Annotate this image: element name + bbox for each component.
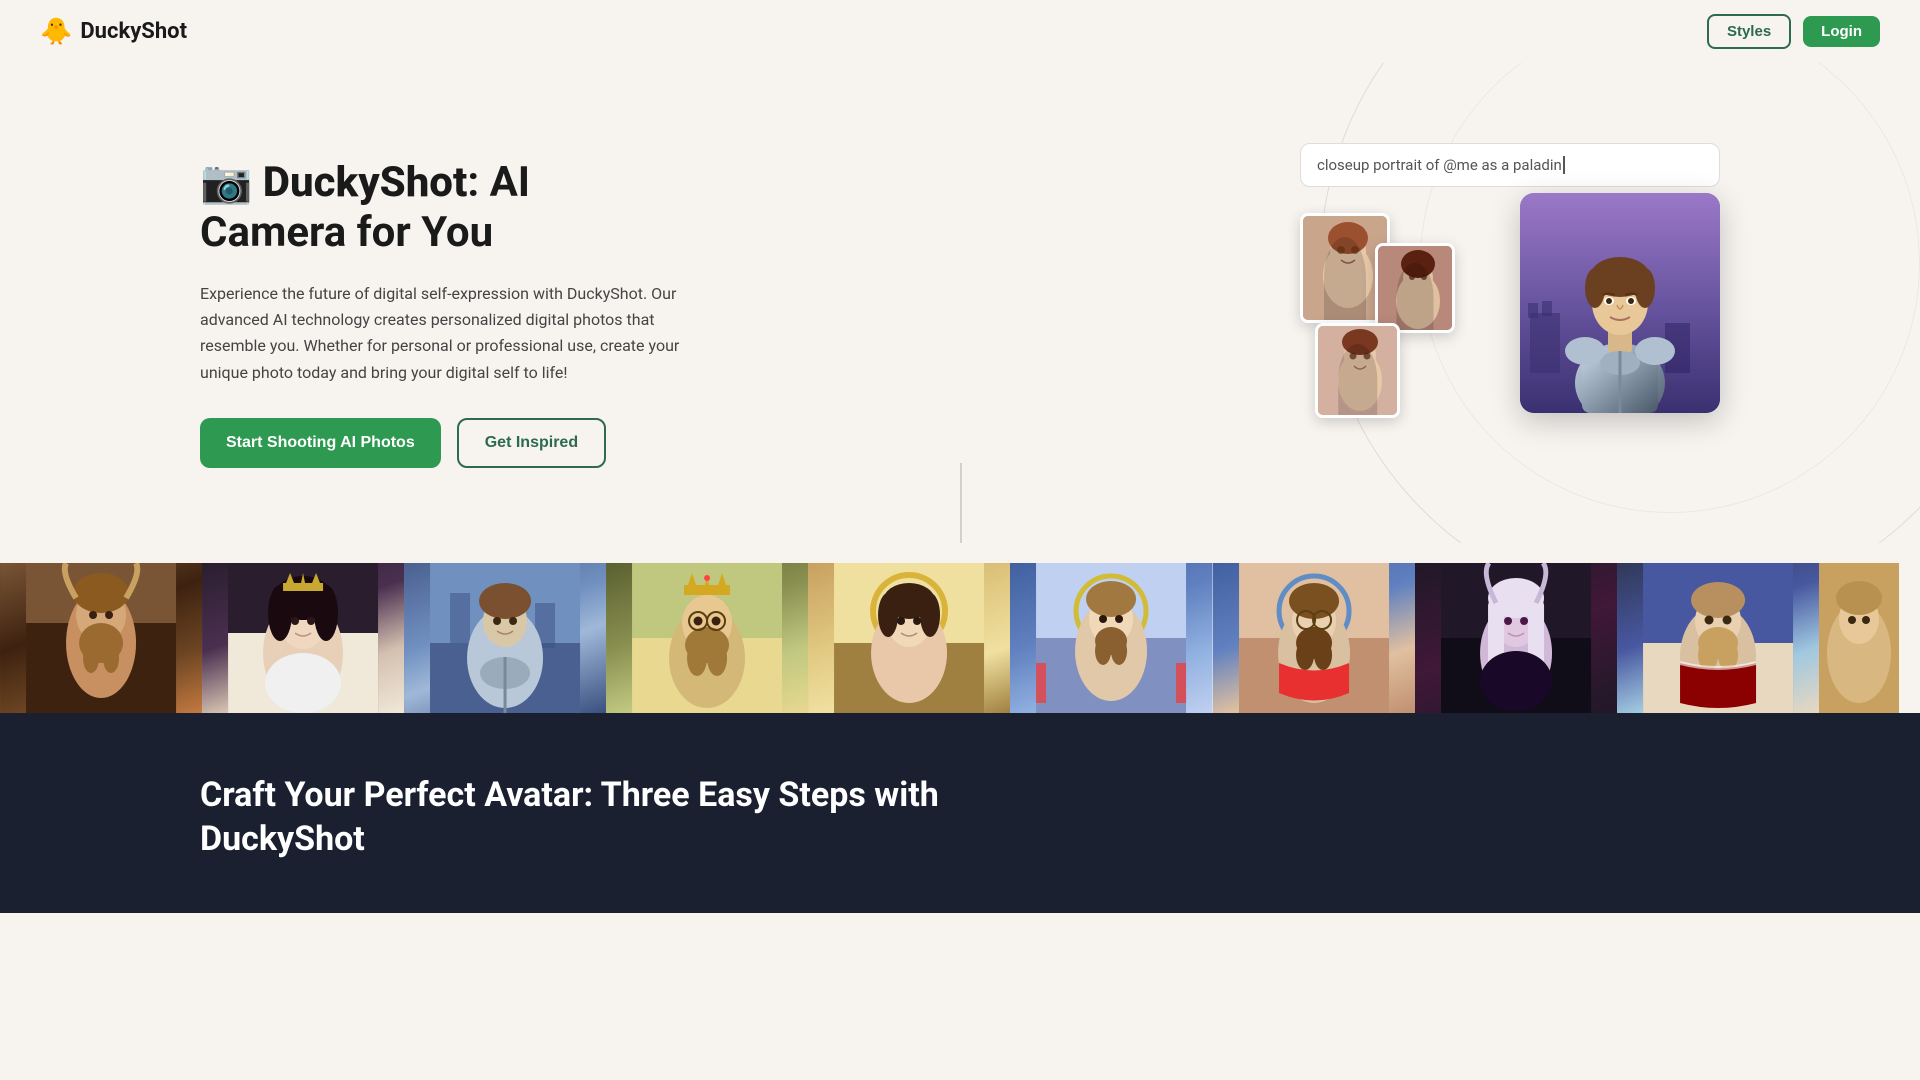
nav-actions: Styles Login: [1707, 14, 1880, 49]
gallery-item: [202, 563, 404, 713]
gallery-item: [1213, 563, 1415, 713]
gallery-item: [1617, 563, 1819, 713]
demo-cursor: [1563, 156, 1565, 174]
hero-section: 📷 DuckyShot: AI Camera for You Experienc…: [0, 63, 1920, 543]
hero-demo-widget: closeup portrait of @me as a paladin: [1300, 143, 1720, 483]
gallery-image: [1213, 563, 1415, 713]
input-photo-3: [1315, 323, 1400, 418]
gallery-item: [1010, 563, 1212, 713]
logo-icon: 🐥: [40, 17, 72, 47]
gallery-item: [0, 563, 202, 713]
dark-section: Craft Your Perfect Avatar: Three Easy St…: [0, 713, 1920, 913]
gallery-strip: [0, 563, 1920, 713]
demo-prompt-text: closeup portrait of @me as a paladin: [1317, 156, 1562, 174]
gallery-image: [1819, 563, 1899, 713]
gallery-item: [1819, 563, 1899, 713]
input-photos-stack: [1300, 213, 1470, 413]
hero-title-brand: DuckyShot: [263, 158, 468, 207]
hero-title-icon: 📷: [200, 158, 263, 207]
output-photo: [1520, 193, 1720, 413]
gallery-item: [808, 563, 1010, 713]
dark-title-line1: Craft Your Perfect Avatar: Three Easy St…: [200, 775, 939, 815]
hero-left: 📷 DuckyShot: AI Camera for You Experienc…: [200, 158, 680, 468]
input-photo-2: [1375, 243, 1455, 333]
dark-title-line2: DuckyShot: [200, 819, 365, 859]
demo-prompt-bar[interactable]: closeup portrait of @me as a paladin: [1300, 143, 1720, 187]
gallery-image: [202, 563, 404, 713]
hero-buttons: Start Shooting AI Photos Get Inspired: [200, 418, 680, 468]
gallery-item: [606, 563, 808, 713]
styles-button[interactable]: Styles: [1707, 14, 1791, 49]
hero-title: 📷 DuckyShot: AI Camera for You: [200, 158, 680, 259]
gallery-item: [1415, 563, 1617, 713]
bg-vertical-line: [960, 463, 962, 543]
login-button[interactable]: Login: [1803, 16, 1880, 47]
gallery-image: [606, 563, 808, 713]
logo-text: DuckyShot: [80, 19, 187, 44]
start-shooting-button[interactable]: Start Shooting AI Photos: [200, 418, 441, 468]
gallery-item: [404, 563, 606, 713]
gallery-image: [404, 563, 606, 713]
get-inspired-button[interactable]: Get Inspired: [457, 418, 606, 468]
gallery-image: [1415, 563, 1617, 713]
logo[interactable]: 🐥 DuckyShot: [40, 17, 187, 47]
gallery-image: [0, 563, 202, 713]
hero-description: Experience the future of digital self-ex…: [200, 281, 680, 387]
dark-section-title: Craft Your Perfect Avatar: Three Easy St…: [200, 773, 1720, 861]
gallery-image: [1010, 563, 1212, 713]
navbar: 🐥 DuckyShot Styles Login: [0, 0, 1920, 63]
gallery-image: [808, 563, 1010, 713]
gallery-image: [1617, 563, 1819, 713]
